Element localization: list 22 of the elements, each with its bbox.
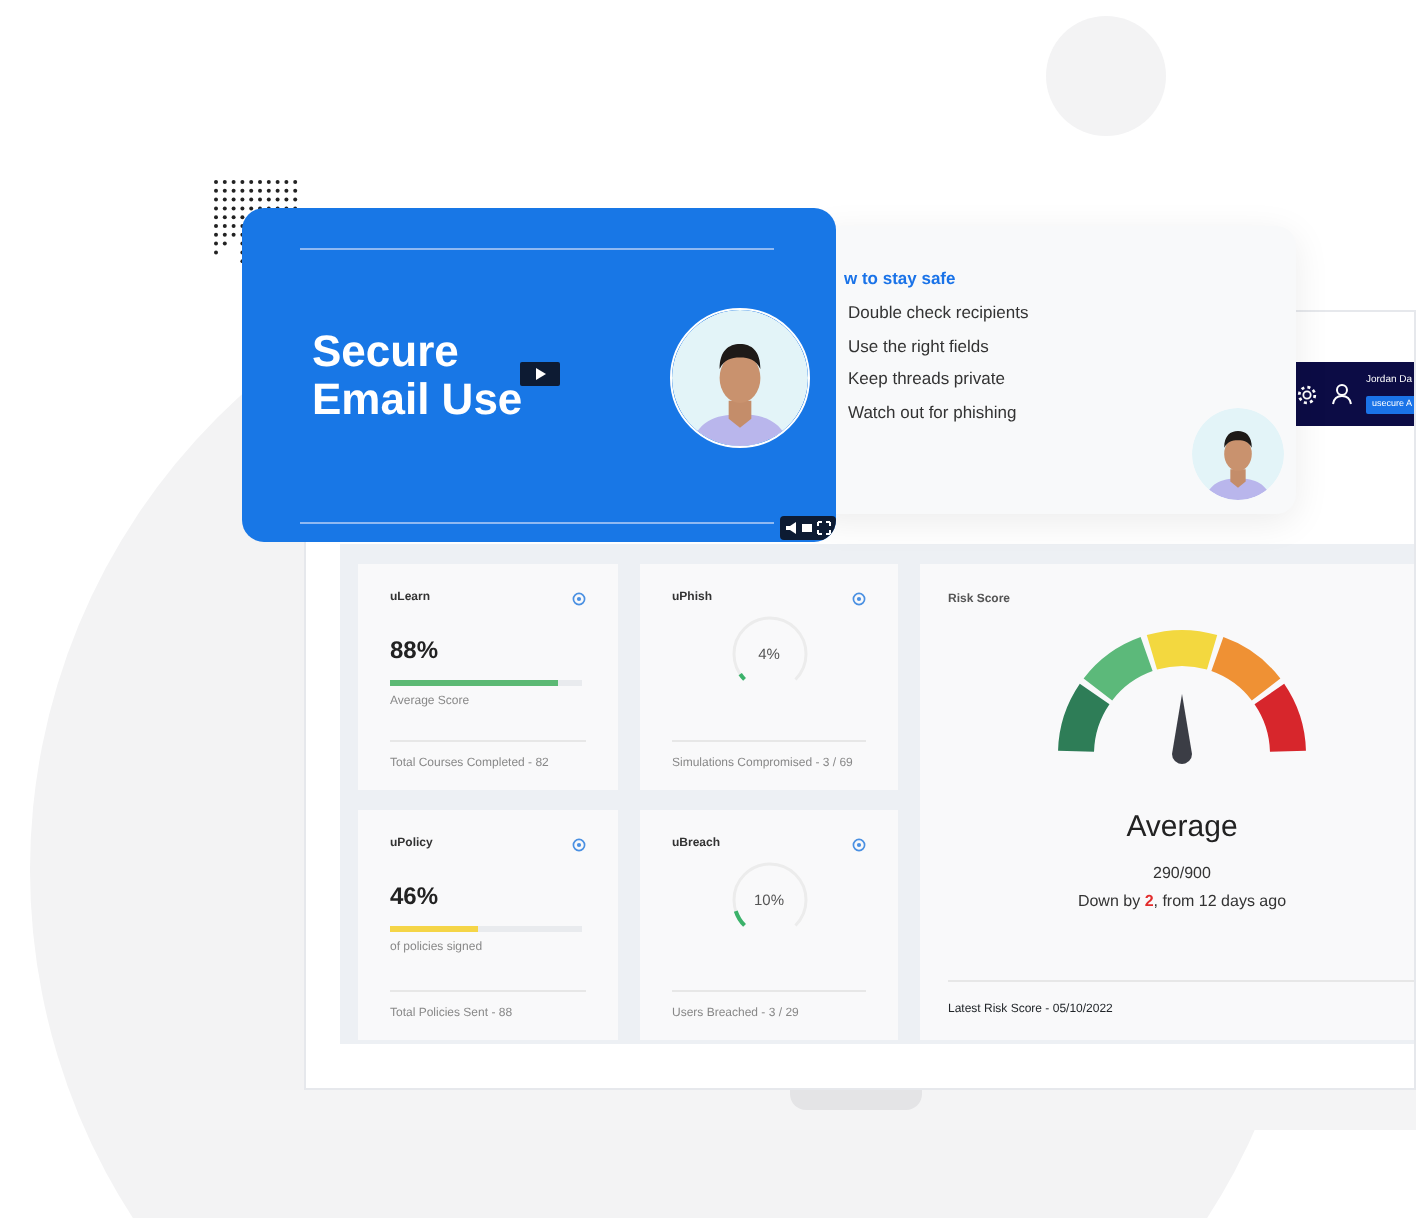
info-icon[interactable] bbox=[572, 838, 586, 852]
gauge-segment bbox=[1058, 683, 1110, 752]
video-controls-drawing[interactable] bbox=[780, 516, 836, 540]
info-icon[interactable] bbox=[852, 592, 866, 606]
play-icon[interactable] bbox=[520, 362, 560, 386]
percentage-value: 88% bbox=[390, 634, 441, 668]
percentage-value: 46% bbox=[390, 880, 441, 914]
video-title: Email Use bbox=[312, 376, 523, 424]
tip-item: Use the right fields bbox=[846, 333, 991, 359]
risk-score-value: 290/900 bbox=[1153, 861, 1211, 885]
tip-item: Watch out for phishing bbox=[846, 400, 1019, 426]
info-icon[interactable] bbox=[852, 838, 866, 852]
tip-item: Double check recipients bbox=[846, 299, 1031, 325]
risk-rating: Average bbox=[1126, 808, 1238, 848]
risk-change-text: Down by 2, from 12 days ago bbox=[1077, 889, 1287, 913]
gauge-segment bbox=[1254, 683, 1306, 752]
tips-heading: w to stay safe bbox=[844, 266, 958, 292]
tip-item: Keep threads private bbox=[846, 366, 1007, 392]
info-icon[interactable] bbox=[572, 592, 586, 606]
user-icon[interactable] bbox=[1330, 382, 1354, 406]
settings-icon[interactable] bbox=[1296, 383, 1318, 405]
video-title: Secure bbox=[312, 328, 461, 376]
